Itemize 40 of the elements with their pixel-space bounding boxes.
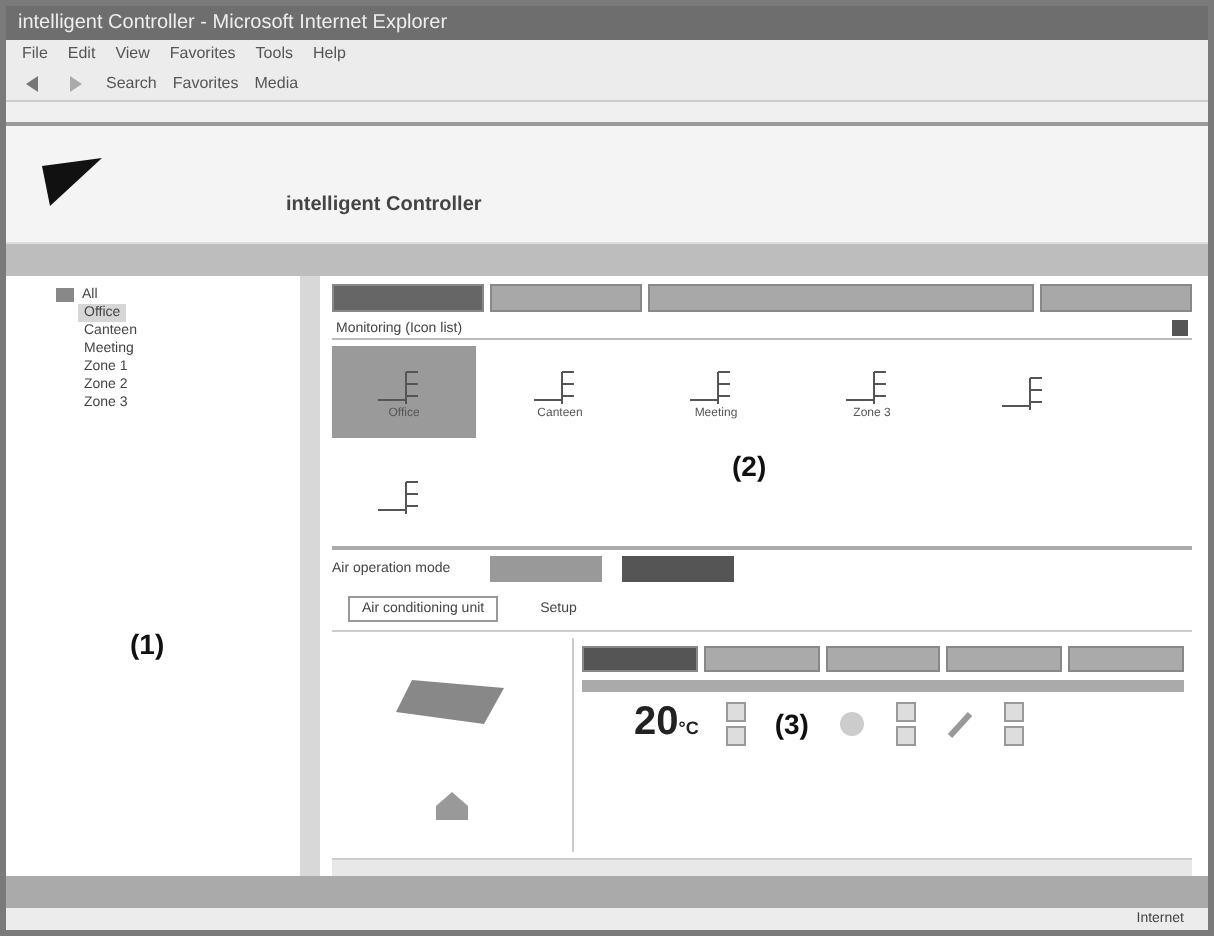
window-title: intelligent Controller - Microsoft Internet Explorer [6, 6, 1208, 40]
callout-label: (3) [774, 707, 809, 739]
up-button[interactable] [896, 701, 917, 721]
callout-label: (1) [130, 628, 165, 660]
menu-item[interactable]: File [22, 44, 48, 62]
up-button[interactable] [1004, 701, 1025, 721]
mode-button[interactable] [946, 646, 1063, 672]
down-button[interactable] [726, 725, 747, 745]
temperature-value: 20°C [634, 700, 699, 746]
mode-button[interactable] [703, 646, 820, 672]
menu-item[interactable]: Favorites [169, 44, 236, 62]
down-button[interactable] [896, 725, 917, 745]
mode-button[interactable] [622, 556, 735, 582]
folder-icon [56, 286, 74, 302]
menu-item[interactable]: View [115, 44, 150, 62]
tab[interactable] [489, 284, 641, 312]
brand-name: intelligent Controller [286, 193, 482, 215]
tab[interactable] [1040, 284, 1192, 312]
down-button[interactable] [1004, 725, 1025, 745]
scrollbar[interactable] [332, 858, 1192, 876]
mode-button[interactable] [825, 646, 941, 672]
toolbar-button[interactable]: Search [106, 74, 157, 92]
louver-icon [944, 707, 977, 739]
toolbar-button[interactable]: Favorites [172, 74, 239, 92]
menu-item[interactable]: Tools [255, 44, 293, 62]
fan-icon [836, 707, 869, 739]
house-icon [432, 789, 472, 822]
mode-button[interactable] [1068, 646, 1184, 672]
mode-button[interactable] [582, 646, 698, 672]
logo-icon [42, 158, 106, 210]
collapse-icon[interactable] [1172, 320, 1188, 336]
address-bar[interactable] [6, 102, 1208, 126]
toolbar-button[interactable]: Media [254, 74, 299, 92]
up-button[interactable] [726, 701, 747, 721]
menu-item[interactable]: Edit [67, 44, 96, 62]
callout-label: (2) [732, 450, 767, 482]
tab[interactable] [647, 284, 1035, 312]
mode-button[interactable] [490, 556, 603, 582]
tab[interactable] [332, 284, 484, 312]
menu-item[interactable]: Help [312, 44, 346, 62]
